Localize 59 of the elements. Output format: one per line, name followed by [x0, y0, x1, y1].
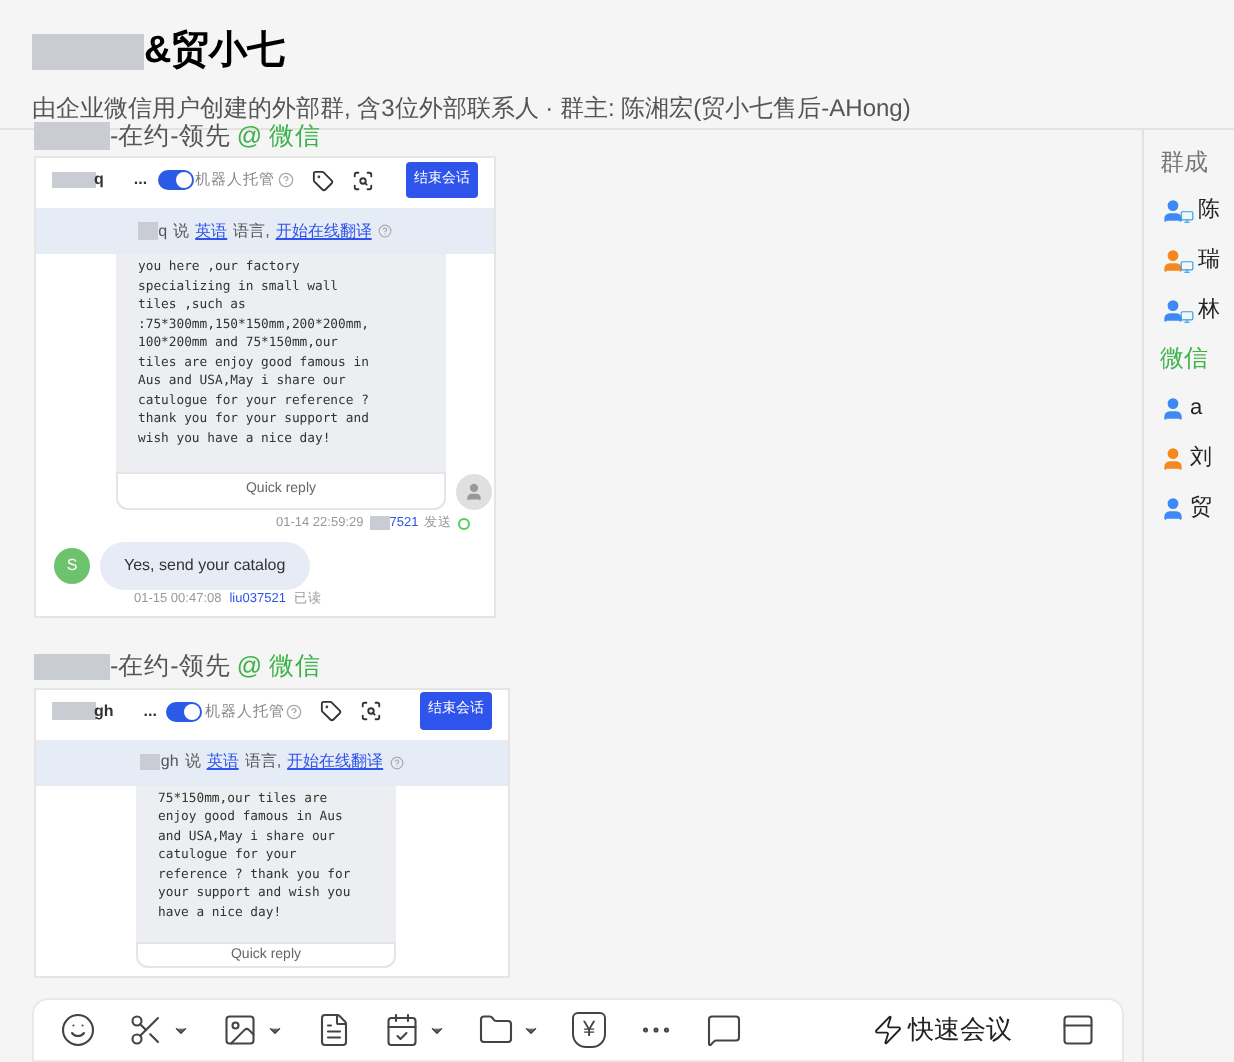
toolbar-icon[interactable] [478, 1012, 514, 1048]
reply-bubble: Yes, send your catalog [100, 541, 310, 590]
robot-toggle[interactable] [166, 701, 203, 721]
help-icon [286, 703, 303, 719]
search-icon[interactable] [360, 700, 383, 722]
member-name[interactable]: 瑞 [1198, 243, 1220, 277]
translate-contact: q [158, 219, 168, 243]
member-name[interactable]: 陈 [1198, 193, 1220, 227]
blurred-text [138, 222, 159, 240]
toolbar-icon[interactable] [60, 1012, 96, 1048]
more-text: ... [133, 168, 148, 192]
quick-meeting-button[interactable]: 快速会议 [872, 1010, 1012, 1050]
help-icon [389, 755, 404, 769]
lightning-icon [872, 1014, 904, 1046]
contact-name: q [94, 168, 104, 192]
blurred-text [52, 702, 96, 720]
translate-link[interactable]: 开始在线翻译 [275, 219, 372, 243]
member-name[interactable]: a [1190, 391, 1203, 425]
contact-name: gh [94, 699, 114, 723]
yuan-icon[interactable]: ¥ [572, 1012, 606, 1048]
language-link[interactable]: 英语 [206, 750, 239, 774]
blurred-text [52, 171, 96, 189]
avatar-badge: S [54, 547, 90, 584]
blurred-text [140, 753, 161, 771]
sender-name: -在约-领先 [110, 120, 231, 154]
toolbar-icon[interactable] [316, 1012, 352, 1048]
blurred-text [34, 122, 110, 150]
group-label: 微信 [1160, 342, 1208, 376]
translate-says: 说 [173, 219, 190, 243]
tag-icon[interactable] [320, 700, 343, 722]
toolbar-icon[interactable] [222, 1012, 258, 1048]
panel-icon[interactable] [1060, 1012, 1096, 1048]
toolbar-icon[interactable] [128, 1012, 164, 1048]
blurred-text [369, 516, 390, 531]
toolbar-icon[interactable] [706, 1012, 742, 1048]
group-title: &贸小七 [144, 27, 286, 76]
search-icon[interactable] [351, 169, 374, 191]
toolbar-icon[interactable] [384, 1012, 420, 1048]
member-name[interactable]: 林 [1198, 293, 1220, 327]
translate-contact: gh [160, 750, 179, 774]
tag-icon[interactable] [311, 169, 334, 191]
sender-name: -在约-领先 [110, 650, 231, 685]
members-title: 群成 [1160, 146, 1210, 180]
member-name[interactable]: 刘 [1190, 441, 1212, 475]
translate-says: 说 [184, 750, 201, 774]
blurred-text [32, 34, 144, 71]
help-icon [377, 224, 392, 238]
member-name[interactable]: 贸 [1190, 491, 1212, 525]
more-text: ... [143, 699, 157, 723]
group-subtitle: 由企业微信用户创建的外部群, 含3位外部联系人 · 群主: 陈湘宏(贸小七售后-AHong) [32, 91, 911, 123]
translate-link[interactable]: 开始在线翻译 [287, 750, 384, 774]
channel-label: @ 微信 [236, 120, 321, 154]
blurred-text [34, 653, 110, 681]
help-icon [277, 172, 294, 188]
translate-text: 语言, [244, 750, 282, 774]
channel-label: @ 微信 [236, 650, 321, 685]
language-link[interactable]: 英语 [195, 219, 228, 243]
translate-text: 语言, [233, 219, 270, 243]
robot-toggle[interactable] [157, 170, 194, 190]
